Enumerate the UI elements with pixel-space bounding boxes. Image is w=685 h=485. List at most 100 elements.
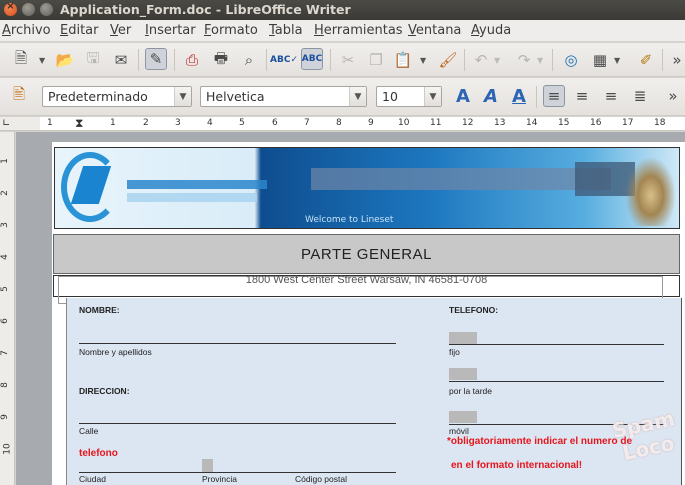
menu-herramientas[interactable]: Herramientas: [314, 23, 403, 38]
edit-file-icon[interactable]: ✎: [145, 48, 167, 70]
libreoffice-window: × Application_Form.doc - LibreOffice Wri…: [0, 0, 685, 485]
navigator-icon[interactable]: ◎: [560, 49, 582, 71]
undo-dropdown-icon[interactable]: ▼: [494, 49, 502, 71]
telefono-red-label: telefono: [79, 448, 118, 459]
section-title: PARTE GENERAL: [53, 234, 680, 274]
ruler-mark: 18: [654, 118, 666, 128]
ruler-mark: 9: [0, 414, 10, 420]
autospellcheck-icon[interactable]: ABC: [301, 48, 323, 70]
banner-welcome-text: Welcome to Lineset: [305, 215, 394, 225]
ruler-mark: 1: [0, 158, 10, 164]
ruler-mark: 4: [0, 254, 10, 260]
hint-por-la-tarde: por la tarde: [449, 386, 492, 396]
menu-archivo[interactable]: Archivo: [2, 23, 51, 38]
bold-icon[interactable]: A: [452, 85, 474, 107]
ruler-area: [40, 117, 685, 130]
align-right-icon[interactable]: ≡: [600, 85, 622, 107]
redo-dropdown-icon[interactable]: ▼: [537, 49, 545, 71]
spellcheck-icon[interactable]: ABC✓: [270, 49, 298, 71]
paragraph-style-value: Predeterminado: [48, 89, 148, 104]
clone-format-icon[interactable]: 🖌: [437, 49, 459, 71]
paste-dropdown-icon[interactable]: ▼: [420, 49, 428, 71]
horizontal-ruler[interactable]: ∟ 1 ⧗ 1 2 3 4 5 6 7 8 9 10 11 12 13 14 1…: [0, 116, 685, 131]
ruler-mark: 1: [47, 118, 53, 128]
undo-icon[interactable]: ↶: [470, 49, 492, 71]
ciudad-field-line[interactable]: [79, 472, 396, 473]
vertical-ruler[interactable]: 1 2 3 4 5 6 7 8 9 10: [0, 132, 15, 485]
export-pdf-icon[interactable]: ⎙: [181, 49, 203, 71]
align-center-icon[interactable]: ≡: [571, 85, 593, 107]
print-icon[interactable]: 🖶: [210, 49, 232, 71]
ruler-mark: 8: [0, 382, 10, 388]
ruler-mark: 8: [336, 118, 342, 128]
paste-icon[interactable]: 📋: [392, 49, 414, 71]
ruler-mark: 9: [368, 118, 374, 128]
justify-icon[interactable]: ≣: [629, 85, 651, 107]
chevron-down-icon[interactable]: ▼: [424, 87, 441, 106]
save-icon[interactable]: 🖫: [82, 49, 104, 71]
menu-editar[interactable]: Editar: [60, 23, 99, 38]
tab-stop-icon[interactable]: ∟: [2, 118, 10, 129]
new-icon[interactable]: 🗎: [10, 49, 32, 71]
align-left-icon[interactable]: ≡: [543, 85, 565, 107]
draw-functions-icon[interactable]: ✐: [635, 49, 657, 71]
font-size-combo[interactable]: 10 ▼: [376, 86, 442, 107]
minimize-window-button[interactable]: [22, 3, 35, 16]
indent-marker-icon[interactable]: ⧗: [75, 116, 83, 131]
toolbar-overflow-icon[interactable]: »: [662, 85, 684, 107]
ruler-mark: 13: [494, 118, 506, 128]
menu-ver[interactable]: Ver: [110, 23, 131, 38]
company-address: 1800 West Center Street Warsaw, IN 46581…: [245, 274, 488, 286]
label-telefono: TELEFONO:: [449, 305, 499, 315]
toolbar-overflow-icon[interactable]: »: [666, 49, 685, 71]
fijo-field-line[interactable]: [449, 344, 664, 345]
provincia-field[interactable]: [202, 459, 213, 472]
italic-icon[interactable]: A: [480, 85, 502, 107]
menu-ventana[interactable]: Ventana: [408, 23, 461, 38]
table-dropdown-icon[interactable]: ▼: [614, 49, 622, 71]
print-preview-icon[interactable]: ⌕: [238, 49, 260, 71]
email-icon[interactable]: ✉: [110, 49, 132, 71]
ruler-mark: 5: [0, 286, 10, 292]
window-title: Application_Form.doc - LibreOffice Write…: [60, 2, 351, 17]
ruler-mark: 15: [558, 118, 570, 128]
redo-icon[interactable]: ↷: [513, 49, 535, 71]
phone-tarde-field[interactable]: [449, 368, 477, 380]
watermark-stamp: Spam Loco: [610, 406, 677, 466]
hint-provincia: Provincia: [202, 474, 237, 484]
ruler-mark: 17: [622, 118, 634, 128]
table-icon[interactable]: ▦: [589, 49, 611, 71]
phone-movil-field[interactable]: [449, 411, 477, 423]
ruler-mark: 10: [398, 118, 410, 128]
phone-fijo-field[interactable]: [449, 332, 477, 344]
underline-icon[interactable]: A: [508, 85, 530, 107]
menu-tabla[interactable]: Tabla: [269, 23, 303, 38]
new-dropdown-icon[interactable]: ▼: [39, 49, 47, 71]
hint-nombre-apellidos: Nombre y apellidos: [79, 347, 152, 357]
calle-field-line[interactable]: [79, 423, 396, 424]
open-icon[interactable]: 📂: [54, 49, 76, 71]
menu-ayuda[interactable]: Ayuda: [471, 23, 511, 38]
close-window-button[interactable]: ×: [4, 1, 17, 16]
paragraph-style-combo[interactable]: Predeterminado ▼: [42, 86, 192, 107]
tarde-field-line[interactable]: [449, 381, 664, 382]
menu-formato[interactable]: Formato: [204, 23, 258, 38]
formatting-toolbar: 🖹 Predeterminado ▼ Helvetica ▼ 10 ▼ A A …: [0, 78, 685, 116]
chevron-down-icon[interactable]: ▼: [349, 87, 366, 106]
menu-insertar[interactable]: Insertar: [145, 23, 196, 38]
maximize-window-button[interactable]: [40, 3, 53, 16]
nombre-field-line[interactable]: [79, 343, 396, 344]
chevron-down-icon[interactable]: ▼: [174, 87, 191, 106]
ruler-mark: 1: [110, 118, 116, 128]
styles-formatting-icon[interactable]: 🖹: [8, 85, 30, 107]
required-phone-note-line1: *obligatoriamente indicar el numero de: [447, 436, 633, 447]
ruler-mark: 10: [2, 443, 13, 455]
hint-fijo: fijo: [449, 347, 460, 357]
copy-icon[interactable]: ❐: [365, 49, 387, 71]
font-name-combo[interactable]: Helvetica ▼: [200, 86, 367, 107]
ruler-mark: 12: [462, 118, 474, 128]
cut-icon[interactable]: ✂: [337, 49, 359, 71]
banner-blur-block: [311, 168, 611, 190]
label-direccion: DIRECCION:: [79, 386, 130, 396]
font-size-value: 10: [382, 89, 398, 104]
